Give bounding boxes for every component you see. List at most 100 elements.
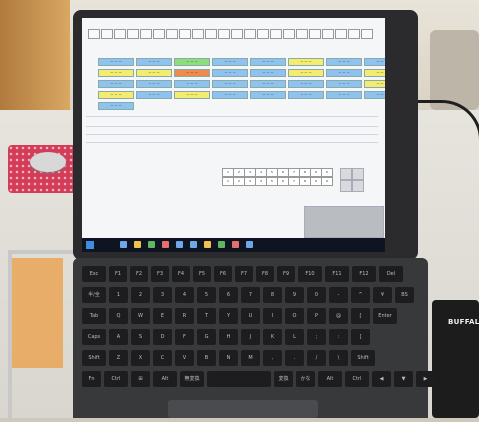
toolbar-button[interactable] xyxy=(322,29,334,39)
side-square-button[interactable] xyxy=(352,168,364,180)
keyboard-key[interactable]: R xyxy=(175,308,194,324)
keyboard-key[interactable]: 変換 xyxy=(274,371,293,387)
keyboard-key[interactable]: V xyxy=(175,350,194,366)
category-tag-button[interactable]: ー ー ー xyxy=(364,80,385,88)
category-tag-button[interactable]: ー ー ー xyxy=(326,80,362,88)
keyboard-key[interactable]: 4 xyxy=(175,287,194,303)
category-tag-button[interactable]: ー ー ー xyxy=(212,91,248,99)
taskbar-app-icon[interactable] xyxy=(232,241,239,248)
toolbar-button[interactable] xyxy=(283,29,295,39)
trackpad[interactable] xyxy=(168,400,318,418)
keyboard-key[interactable]: W xyxy=(131,308,150,324)
keyboard-key[interactable]: A xyxy=(109,329,128,345)
toolbar-button[interactable] xyxy=(205,29,217,39)
keyboard-key[interactable]: . xyxy=(285,350,304,366)
keyboard-key[interactable]: かな xyxy=(296,371,315,387)
category-tag-button[interactable]: ー ー ー xyxy=(98,80,134,88)
keyboard-key[interactable]: 7 xyxy=(241,287,260,303)
keyboard-key[interactable]: ▼ xyxy=(394,371,413,387)
category-tag-button[interactable]: ー ー ー xyxy=(174,69,210,77)
keyboard-key[interactable]: F xyxy=(175,329,194,345)
keyboard-key[interactable]: BS xyxy=(395,287,414,303)
keyboard-key[interactable]: Q xyxy=(109,308,128,324)
category-tag-button[interactable]: ー ー ー xyxy=(288,69,324,77)
category-tag-button[interactable]: ー ー ー xyxy=(212,58,248,66)
category-tag-button[interactable]: ー ー ー xyxy=(174,58,210,66)
toolbar-button[interactable] xyxy=(140,29,152,39)
toolbar-button[interactable] xyxy=(231,29,243,39)
toolbar-button[interactable] xyxy=(192,29,204,39)
keypad-key[interactable]: 0 xyxy=(321,168,333,177)
keyboard-key[interactable]: U xyxy=(241,308,260,324)
category-tag-button[interactable]: ー ー ー xyxy=(250,58,286,66)
toolbar-button[interactable] xyxy=(244,29,256,39)
keyboard-key[interactable]: F7 xyxy=(235,266,253,282)
side-square-button[interactable] xyxy=(352,180,364,192)
category-tag-button[interactable]: ー ー ー xyxy=(136,80,172,88)
keyboard-key[interactable]: S xyxy=(131,329,150,345)
taskbar-app-icon[interactable] xyxy=(190,241,197,248)
taskbar-app-icon[interactable] xyxy=(148,241,155,248)
keyboard-key[interactable]: I xyxy=(263,308,282,324)
keyboard-key[interactable]: ¥ xyxy=(373,287,392,303)
keyboard-key[interactable]: Shift xyxy=(82,350,106,366)
keyboard-key[interactable]: 無変換 xyxy=(180,371,204,387)
category-tag-button[interactable]: ー ー ー xyxy=(212,80,248,88)
keyboard-key[interactable]: H xyxy=(219,329,238,345)
taskbar-app-icon[interactable] xyxy=(246,241,253,248)
taskbar-app-icon[interactable] xyxy=(162,241,169,248)
category-tag-button[interactable]: ー ー ー xyxy=(174,80,210,88)
keyboard-key[interactable]: F11 xyxy=(325,266,349,282)
keyboard-key[interactable]: - xyxy=(329,287,348,303)
keyboard-key[interactable]: : xyxy=(329,329,348,345)
keyboard-key[interactable]: F4 xyxy=(172,266,190,282)
keyboard-key[interactable]: Shift xyxy=(351,350,375,366)
keyboard-key[interactable]: Del xyxy=(379,266,403,282)
keyboard-key[interactable]: 2 xyxy=(131,287,150,303)
toolbar-button[interactable] xyxy=(153,29,165,39)
category-tag-button[interactable]: ー ー ー xyxy=(98,69,134,77)
keyboard-key[interactable]: ▶ xyxy=(416,371,435,387)
category-tag-button[interactable]: ー ー ー xyxy=(136,58,172,66)
taskbar-app-icon[interactable] xyxy=(120,241,127,248)
keyboard-key[interactable]: ^ xyxy=(351,287,370,303)
keyboard-key[interactable]: F12 xyxy=(352,266,376,282)
side-square-button[interactable] xyxy=(340,180,352,192)
category-tag-button[interactable]: ー ー ー xyxy=(174,91,210,99)
category-tag-button[interactable]: ー ー ー xyxy=(98,102,134,110)
toolbar-button[interactable] xyxy=(361,29,373,39)
category-tag-button[interactable]: ー ー ー xyxy=(212,69,248,77)
keyboard-key[interactable]: \ xyxy=(329,350,348,366)
keyboard-key[interactable]: F1 xyxy=(109,266,127,282)
keyboard-key[interactable]: G xyxy=(197,329,216,345)
toolbar-button[interactable] xyxy=(270,29,282,39)
toolbar-button[interactable] xyxy=(127,29,139,39)
keyboard-key[interactable]: 5 xyxy=(197,287,216,303)
keyboard-key[interactable]: 3 xyxy=(153,287,172,303)
category-tag-button[interactable]: ー ー ー xyxy=(136,69,172,77)
keyboard-key[interactable]: Ctrl xyxy=(104,371,128,387)
keyboard-key[interactable]: T xyxy=(197,308,216,324)
category-tag-button[interactable]: ー ー ー xyxy=(288,58,324,66)
keypad-key[interactable]: 0 xyxy=(321,177,333,186)
keyboard-key[interactable]: X xyxy=(131,350,150,366)
category-tag-button[interactable]: ー ー ー xyxy=(326,58,362,66)
keyboard-key[interactable]: Y xyxy=(219,308,238,324)
taskbar-app-icon[interactable] xyxy=(218,241,225,248)
toolbar-button[interactable] xyxy=(166,29,178,39)
keyboard-key[interactable]: 6 xyxy=(219,287,238,303)
keyboard-key[interactable]: ⊞ xyxy=(131,371,150,387)
toolbar-button[interactable] xyxy=(218,29,230,39)
category-tag-button[interactable]: ー ー ー xyxy=(288,91,324,99)
keyboard-key[interactable]: N xyxy=(219,350,238,366)
keyboard-key[interactable]: , xyxy=(263,350,282,366)
toolbar-button[interactable] xyxy=(296,29,308,39)
keyboard-key[interactable]: L xyxy=(285,329,304,345)
keyboard-key[interactable]: 半/全 xyxy=(82,287,106,303)
keyboard-key[interactable]: Esc xyxy=(82,266,106,282)
keyboard-key[interactable]: 0 xyxy=(307,287,326,303)
category-tag-button[interactable]: ー ー ー xyxy=(250,91,286,99)
keyboard-key[interactable]: F6 xyxy=(214,266,232,282)
keyboard-key[interactable]: 1 xyxy=(109,287,128,303)
category-tag-button[interactable]: ー ー ー xyxy=(326,69,362,77)
